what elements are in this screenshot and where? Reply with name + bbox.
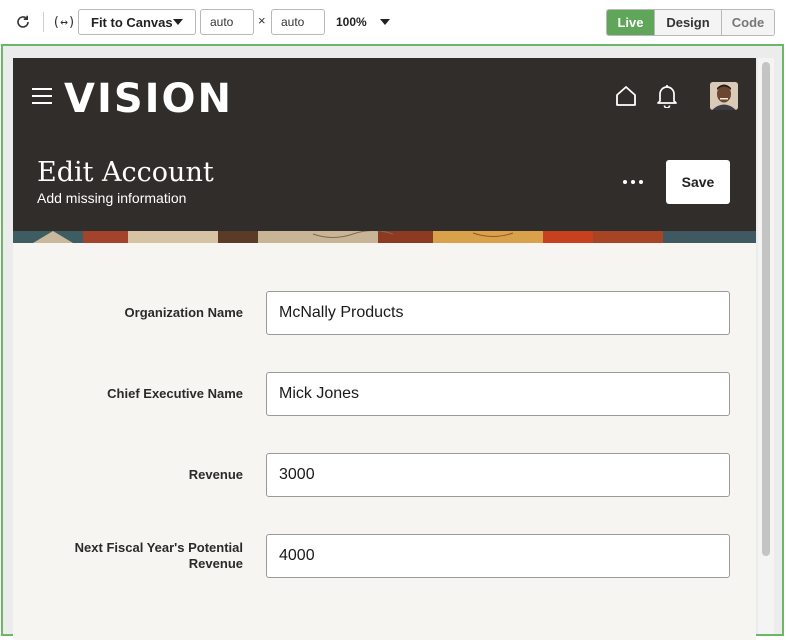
refresh-icon[interactable] (12, 11, 34, 33)
revenue-input[interactable] (266, 453, 730, 497)
home-icon[interactable] (614, 84, 638, 108)
chief-executive-name-input[interactable] (266, 372, 730, 416)
fit-mode-label: Fit to Canvas (91, 14, 173, 30)
live-mode-button[interactable]: Live (607, 10, 654, 35)
chevron-down-icon (173, 19, 183, 25)
app-page: VISION Edit Account Add missing informat… (13, 58, 756, 640)
more-options-icon[interactable] (619, 172, 647, 192)
decorative-banner (13, 231, 756, 243)
page-title: Edit Account (37, 157, 214, 188)
save-button[interactable]: Save (666, 160, 730, 204)
view-mode-switch: Live Design Code (606, 9, 775, 36)
canvas-width-input[interactable] (200, 9, 254, 35)
preview-toolbar: (↔) Fit to Canvas × 100% Live Design Cod… (0, 0, 786, 44)
revenue-label: Revenue (188, 467, 243, 482)
preview-canvas: VISION Edit Account Add missing informat… (1, 44, 784, 640)
user-avatar[interactable] (710, 82, 738, 110)
scrollbar-thumb[interactable] (762, 62, 770, 556)
fit-width-icon[interactable]: (↔) (52, 11, 75, 33)
code-mode-button[interactable]: Code (721, 10, 774, 35)
chevron-down-icon (379, 19, 390, 25)
size-separator: × (258, 13, 266, 28)
zoom-select[interactable]: 100% (336, 9, 390, 35)
form-row-chief-executive-name: Chief Executive Name (13, 372, 756, 416)
brand-logo: VISION (64, 76, 234, 122)
canvas-height-input[interactable] (271, 9, 325, 35)
app-header: VISION Edit Account Add missing informat… (13, 58, 756, 243)
page-subtitle: Add missing information (37, 190, 187, 206)
form-row-organization-name: Organization Name (13, 291, 756, 335)
chief-executive-name-label: Chief Executive Name (107, 386, 243, 401)
next-fiscal-year-revenue-input[interactable] (266, 534, 730, 578)
form-row-next-fiscal-year-revenue: Next Fiscal Year's Potential Revenue (13, 534, 756, 578)
form-row-revenue: Revenue (13, 453, 756, 497)
toolbar-divider (43, 12, 44, 32)
design-mode-button[interactable]: Design (654, 10, 721, 35)
fit-mode-select[interactable]: Fit to Canvas (78, 9, 196, 35)
vertical-scrollbar[interactable] (758, 58, 774, 634)
bell-icon[interactable] (656, 84, 678, 109)
organization-name-label: Organization Name (124, 305, 243, 320)
organization-name-input[interactable] (266, 291, 730, 335)
next-fiscal-year-revenue-label: Next Fiscal Year's Potential Revenue (74, 540, 243, 571)
zoom-label: 100% (336, 15, 367, 29)
hamburger-menu-icon[interactable] (32, 88, 52, 104)
